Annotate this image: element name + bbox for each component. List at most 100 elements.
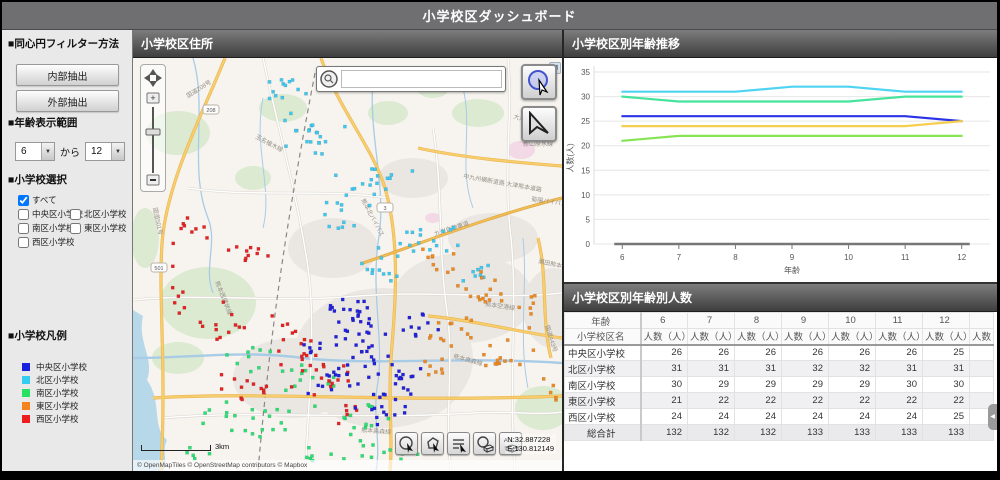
map-viewport[interactable]: 3208501 国道208号玉名植木線国道501号熊本西環状線大津植木線中九州横… xyxy=(133,58,562,471)
pan-compass-icon xyxy=(144,69,162,87)
population-cell: 24 xyxy=(876,409,923,425)
svg-text:10: 10 xyxy=(581,191,590,200)
select-arrow-tool-button[interactable] xyxy=(521,106,557,142)
school-name-cell: 総合計 xyxy=(565,425,641,441)
svg-text:12: 12 xyxy=(957,253,966,262)
population-cell: 132 xyxy=(735,425,782,441)
table-row: 南区小学校30292929293030 xyxy=(565,377,994,393)
concentric-circle-tool-button[interactable] xyxy=(521,64,557,100)
polygon-select-button[interactable] xyxy=(421,432,444,455)
map-search-input[interactable] xyxy=(341,70,502,88)
cursor-icon xyxy=(433,443,439,453)
table-header-cell: 人数（人） xyxy=(876,329,923,345)
coord-lat: N:32.887228 xyxy=(507,435,554,444)
population-cell: 29 xyxy=(829,377,876,393)
population-cell: 24 xyxy=(782,409,829,425)
svg-text:5: 5 xyxy=(586,215,591,224)
population-cell: 24 xyxy=(829,409,876,425)
clear-selection-button[interactable] xyxy=(473,432,496,455)
table-scroll-tab[interactable]: ◀ xyxy=(988,404,997,430)
population-cell: 26 xyxy=(641,345,688,361)
population-cell: 26 xyxy=(688,345,735,361)
chart-ylabel: 人数(人) xyxy=(565,143,575,173)
school-checkbox[interactable] xyxy=(18,237,29,248)
school-option-label: 南区小学校 xyxy=(32,222,75,234)
circle-select-button[interactable] xyxy=(395,432,418,455)
freehand-select-button[interactable] xyxy=(447,432,470,455)
table-header-cell xyxy=(970,313,994,329)
search-icon[interactable] xyxy=(320,70,338,88)
svg-text:7: 7 xyxy=(677,253,682,262)
age-to-select[interactable]: 12 ▼ xyxy=(85,142,125,161)
age-population-table: 年齢6789101112小学校区名人数（人）人数（人）人数（人）人数（人）人数（… xyxy=(564,312,994,441)
school-option-南区小学校[interactable]: 南区小学校 xyxy=(18,222,75,234)
series-中央区小学校 xyxy=(622,116,961,121)
dashboard-app: 小学校区ダッシュボード ■同心円フィルター方法 内部抽出 外部抽出 ■年齢表示範… xyxy=(0,0,1000,480)
school-checkbox[interactable] xyxy=(18,195,29,206)
map-panel: 小学校区住所 xyxy=(133,30,564,471)
table-panel-title: 小学校区別年齢別人数 xyxy=(572,289,692,306)
legend-label: 南区小学校 xyxy=(36,387,79,399)
school-option-東区小学校[interactable]: 東区小学校 xyxy=(70,222,127,234)
legend-item: 南区小学校 xyxy=(22,386,87,399)
table-section: 年齢6789101112小学校区名人数（人）人数（人）人数（人）人数（人）人数（… xyxy=(564,312,997,471)
population-cell: 25 xyxy=(923,345,970,361)
school-option-西区小学校[interactable]: 西区小学校 xyxy=(18,236,75,248)
legend-section-label: ■小学校凡例 xyxy=(8,328,67,343)
table-row: 総合計132132132133133133133 xyxy=(565,425,994,441)
legend-label: 北区小学校 xyxy=(36,374,79,386)
school-option-北区小学校[interactable]: 北区小学校 xyxy=(70,208,127,220)
scalebar-line xyxy=(141,445,211,451)
age-range-controls: 6 ▼ から 12 ▼ xyxy=(15,142,125,161)
population-cell: 132 xyxy=(688,425,735,441)
chevron-down-icon[interactable]: ▼ xyxy=(41,143,54,160)
population-cell: 32 xyxy=(782,361,829,377)
table-header-cell: 8 xyxy=(735,313,782,329)
population-cell: 29 xyxy=(735,377,782,393)
table-header-cell: 人数（人） xyxy=(688,329,735,345)
school-checkbox[interactable] xyxy=(70,223,81,234)
age-trend-chart-area: 678910111205101520253035年齢人数(人) xyxy=(564,58,997,282)
population-cell: 132 xyxy=(641,425,688,441)
age-from-select[interactable]: 6 ▼ xyxy=(15,142,55,161)
table-header-cell: 人数（人） xyxy=(782,329,829,345)
school-name-cell: 西区小学校 xyxy=(565,409,641,425)
age-to-value: 12 xyxy=(86,143,111,160)
population-cell: 26 xyxy=(782,345,829,361)
svg-text:25: 25 xyxy=(581,117,590,126)
map-selection-toolbar: ALL xyxy=(395,432,522,455)
population-cell: 133 xyxy=(876,425,923,441)
chevron-down-icon[interactable]: ▼ xyxy=(111,143,124,160)
cursor-icon xyxy=(460,444,466,453)
inner-extract-button[interactable]: 内部抽出 xyxy=(16,64,119,86)
table-header-cell: 人数（人） xyxy=(970,329,994,345)
legend-item: 北区小学校 xyxy=(22,373,87,386)
school-checkbox[interactable] xyxy=(18,223,29,234)
map-canvas[interactable]: 3208501 国道208号玉名植木線国道501号熊本西環状線大津植木線中九州横… xyxy=(133,58,562,471)
series-南区小学校 xyxy=(622,97,961,102)
svg-text:501: 501 xyxy=(154,266,163,272)
lines-select-icon xyxy=(453,440,464,448)
table-header-cell: 7 xyxy=(688,313,735,329)
population-cell: 32 xyxy=(829,361,876,377)
map-zoom-control[interactable]: + xyxy=(140,64,166,192)
age-from-value: 6 xyxy=(16,143,41,160)
table-row: 中央区小学校26262626262625 xyxy=(565,345,994,361)
population-cell: 31 xyxy=(735,361,782,377)
outer-extract-button[interactable]: 外部抽出 xyxy=(16,90,119,112)
school-option-すべて[interactable]: すべて xyxy=(18,194,57,206)
series-東区小学校 xyxy=(622,136,961,141)
legend-color-swatch xyxy=(22,363,30,371)
filter-sidebar: ■同心円フィルター方法 内部抽出 外部抽出 ■年齢表示範囲 6 ▼ から 12 … xyxy=(2,30,133,471)
map-scalebar: 3km xyxy=(141,442,229,451)
population-cell: 133 xyxy=(829,425,876,441)
svg-text:0: 0 xyxy=(586,240,591,249)
population-cell: 26 xyxy=(735,345,782,361)
svg-text:6: 6 xyxy=(620,253,625,262)
circle-icon xyxy=(478,437,488,447)
svg-text:208: 208 xyxy=(206,108,215,114)
table-header-cell: 11 xyxy=(876,313,923,329)
school-checkbox[interactable] xyxy=(70,209,81,220)
eraser-box-icon xyxy=(484,445,493,452)
school-checkbox[interactable] xyxy=(18,209,29,220)
